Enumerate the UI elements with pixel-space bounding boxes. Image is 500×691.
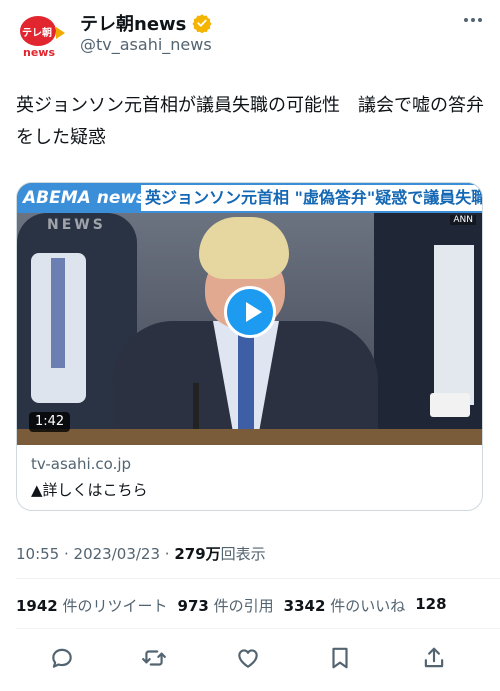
- more-options-icon[interactable]: [464, 18, 482, 22]
- scene-tie: [238, 333, 254, 431]
- banner-headline: 英ジョンソン元首相 "虚偽答弁"疑惑で議員失職も: [141, 185, 482, 211]
- duration-badge: 1:42: [29, 412, 71, 432]
- views-count: 279万: [174, 545, 221, 563]
- name-row: テレ朝news: [80, 10, 212, 36]
- video-banner: ABEMA news/ 英ジョンソン元首相 "虚偽答弁"疑惑で議員失職も: [17, 183, 482, 213]
- likes-count: 3342: [283, 597, 326, 615]
- link-card[interactable]: ABEMA news/ 英ジョンソン元首相 "虚偽答弁"疑惑で議員失職も NEW…: [16, 182, 483, 511]
- likes-stat[interactable]: 3342 件のいいね: [284, 595, 406, 616]
- play-button[interactable]: [224, 286, 276, 338]
- like-button[interactable]: [230, 640, 266, 676]
- logo-text-jp: テレ朝: [22, 28, 52, 39]
- engagement-stats: 1942 件のリツイート 973 件の引用 3342 件のいいね 128: [16, 595, 447, 616]
- retweets-count: 1942: [16, 597, 58, 615]
- quotes-label: 件の引用: [213, 597, 274, 615]
- scene-shirt-right: [434, 245, 474, 405]
- retweet-icon: [142, 650, 166, 666]
- like-icon: [238, 649, 258, 668]
- corner-logo: ANN: [450, 215, 476, 225]
- handle[interactable]: @tv_asahi_news: [80, 35, 212, 54]
- quotes-count: 973: [177, 597, 209, 615]
- reply-icon: [52, 648, 72, 668]
- bookmarks-stat[interactable]: 128: [415, 595, 446, 616]
- logo-text-en: news: [23, 46, 56, 59]
- quotes-stat[interactable]: 973 件の引用: [178, 595, 274, 616]
- retweets-label: 件のリツイート: [62, 597, 168, 615]
- scene-papers: [430, 393, 470, 417]
- tweet-meta: 10:55 · 2023/03/23 · 279万回表示: [16, 543, 266, 564]
- divider: [16, 578, 500, 579]
- scene-hair: [199, 217, 289, 279]
- reply-button[interactable]: [44, 640, 80, 676]
- card-domain[interactable]: tv-asahi.co.jp: [31, 455, 131, 473]
- bookmark-icon: [332, 647, 348, 669]
- display-name[interactable]: テレ朝news: [80, 10, 186, 36]
- news-watermark: NEWS: [47, 217, 106, 233]
- bookmark-button[interactable]: [322, 640, 358, 676]
- share-button[interactable]: [416, 640, 452, 676]
- retweet-button[interactable]: [136, 640, 172, 676]
- logo-triangle: [56, 27, 65, 39]
- scene-desk: [17, 429, 482, 445]
- scene-tie-left: [51, 258, 65, 368]
- tweet-text: 英ジョンソン元首相が議員失職の可能性 議会で嘘の答弁をした疑惑: [16, 95, 484, 148]
- share-icon: [424, 647, 444, 668]
- tweet-date[interactable]: 2023/03/23: [74, 545, 160, 563]
- video-thumbnail[interactable]: ABEMA news/ 英ジョンソン元首相 "虚偽答弁"疑惑で議員失職も NEW…: [17, 183, 482, 445]
- meta-separator: ·: [59, 545, 74, 563]
- views-label: 回表示: [220, 545, 266, 563]
- meta-separator-2: ·: [160, 545, 175, 563]
- bookmarks-count: 128: [415, 595, 447, 613]
- card-title[interactable]: ▲詳しくはこちら: [31, 479, 148, 500]
- avatar[interactable]: テレ朝 news: [16, 10, 66, 60]
- retweets-stat[interactable]: 1942 件のリツイート: [16, 595, 168, 616]
- likes-label: 件のいいね: [330, 597, 406, 615]
- verified-badge-icon[interactable]: [192, 13, 212, 33]
- tweet-time[interactable]: 10:55: [16, 545, 59, 563]
- divider-2: [16, 628, 500, 629]
- action-bar: [0, 640, 500, 676]
- banner-brand: ABEMA news/: [23, 188, 153, 208]
